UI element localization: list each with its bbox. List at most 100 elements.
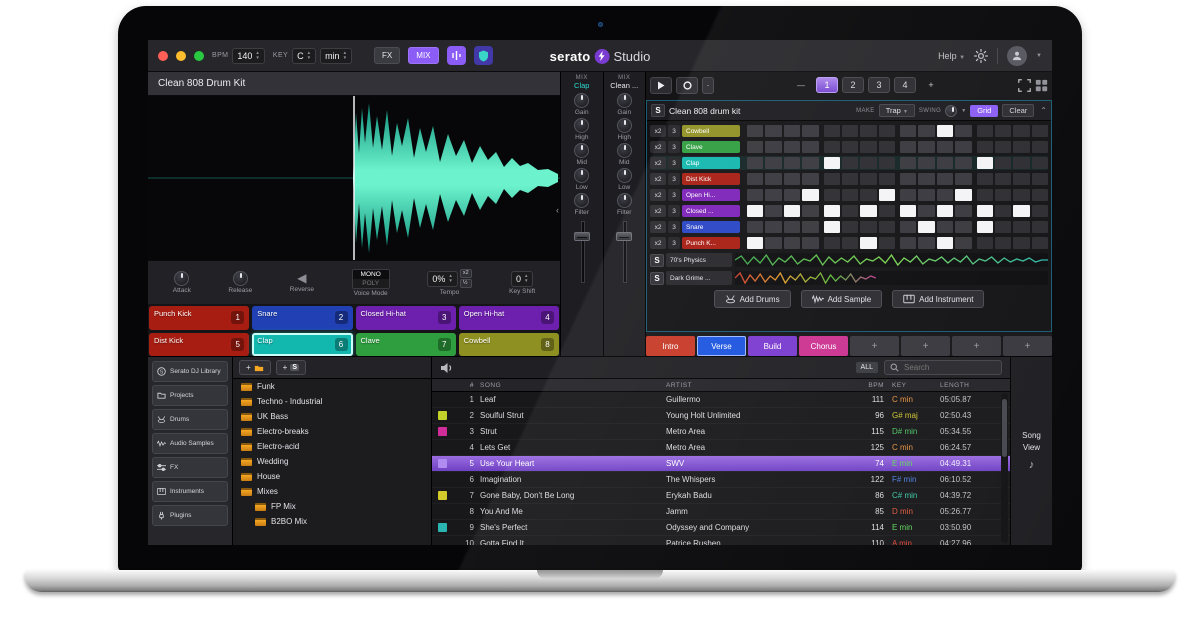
sidebar-item-projects[interactable]: Projects [152,385,228,406]
swing-knob[interactable] [945,105,957,117]
pad-punch-kick[interactable]: Punch Kick1 [149,306,249,330]
mix-button[interactable]: MIX [408,47,438,64]
step-grid[interactable] [742,157,1048,169]
add-section-button[interactable]: + [901,336,950,356]
channel-fader[interactable] [615,221,633,283]
play-button[interactable] [650,77,672,94]
row-label[interactable]: Snare [682,221,740,233]
row-label[interactable]: Closed ... [682,205,740,217]
track-row[interactable]: 1LeafGuillermo111C min05:05.87 [432,392,1010,408]
low-knob[interactable]: Low [617,168,632,191]
crate-item-mixes[interactable]: Mixes [233,484,431,499]
window-zoom-button[interactable] [194,51,204,61]
window-minimize-button[interactable] [176,51,186,61]
track-row[interactable]: 2Soulful StrutYoung Holt Unlimited96G# m… [432,408,1010,424]
crate-item-electro-acid[interactable]: Electro-acid [233,439,431,454]
pad-clave[interactable]: Clave7 [356,333,456,357]
pattern-3-button[interactable]: 3 [868,77,890,93]
clear-button[interactable]: Clear [1002,104,1034,117]
track-row-selected[interactable]: 5Use Your HeartSWV74E min04:49.31 [432,456,1010,472]
key-shift-control[interactable]: 0 ▲▼ Key Shift [509,271,535,295]
high-knob[interactable]: High [617,118,632,141]
reverse-button[interactable]: ◀Reverse [290,272,314,293]
add-sample-button[interactable]: Add Sample [801,290,883,308]
gain-knob[interactable]: Gain [617,93,632,116]
all-filter-button[interactable]: ALL [856,362,878,373]
fullscreen-icon[interactable] [1018,79,1031,92]
pattern-4-button[interactable]: 4 [894,77,916,93]
sample-waveform-display[interactable] [148,96,560,260]
track-row[interactable]: 10Gotta Find ItPatrice Rushen110A min04:… [432,536,1010,545]
section-build[interactable]: Build [748,336,797,356]
search-input[interactable] [902,362,992,373]
crate-item-funk[interactable]: Funk [233,379,431,394]
pad-open-hihat[interactable]: Open Hi-hat4 [459,306,559,330]
bpm-control[interactable]: BPM 140 ▲▼ [212,48,265,64]
repeat-chip[interactable]: x2 [650,157,666,169]
step-grid[interactable] [742,125,1048,137]
row-label[interactable]: Punch K... [682,237,740,249]
row-label[interactable]: Cowbell [682,125,740,137]
sample-library-button[interactable] [447,46,466,65]
sidebar-item-instruments[interactable]: Instruments [152,481,228,502]
gear-icon[interactable] [974,49,988,63]
crate-item-uk-bass[interactable]: UK Bass [233,409,431,424]
row-label[interactable]: Clave [682,141,740,153]
pad-closed-hihat[interactable]: Closed Hi-hat3 [356,306,456,330]
repeat-chip[interactable]: x2 [650,141,666,153]
row-label[interactable]: Dist Kick [682,173,740,185]
add-pattern-button[interactable]: + [920,77,942,93]
sidebar-item-audio-samples[interactable]: Audio Samples [152,433,228,454]
column-num[interactable]: # [454,382,480,389]
track-row[interactable]: 9She's PerfectOdyssey and Company114E mi… [432,520,1010,536]
voice-mode-control[interactable]: MONOPOLY Voice Mode [352,269,390,297]
scrollbar-thumb[interactable] [1002,399,1007,457]
track-list-scrollbar[interactable] [1001,393,1008,543]
row-label[interactable]: Clap [682,157,740,169]
search-box[interactable] [884,360,1002,375]
track-row[interactable]: 8You And MeJamm85D min05:26.77 [432,504,1010,520]
crate-item-techno-industrial[interactable]: Techno - Industrial [233,394,431,409]
column-length[interactable]: LENGTH [940,382,998,389]
step-grid[interactable] [742,173,1048,185]
section-chorus[interactable]: Chorus [799,336,848,356]
filter-knob[interactable]: Filter [574,193,589,216]
crate-item-fp-mix[interactable]: FP Mix [233,499,431,514]
column-bpm[interactable]: BPM [852,382,892,389]
row-label[interactable]: Open Hi... [682,189,740,201]
pad-cowbell[interactable]: Cowbell8 [459,333,559,357]
step-grid[interactable] [742,205,1048,217]
count-chip[interactable]: 3 [668,157,680,169]
step-grid[interactable] [742,221,1048,233]
repeat-chip[interactable]: x2 [650,125,666,137]
mono-option[interactable]: MONO [353,270,389,279]
tempo-double-button[interactable]: x2 [460,269,472,278]
audio-track-dark-grime[interactable]: S Dark Grime ... [650,270,1048,286]
pad-view-icon[interactable] [1035,79,1048,92]
column-artist[interactable]: ARTIST [666,382,852,389]
key-scale-stepper[interactable]: ▲▼ [343,51,347,60]
pad-snare[interactable]: Snare2 [252,306,352,330]
practice-mode-button[interactable] [474,46,493,65]
add-crate-button[interactable]: + [239,360,271,375]
count-chip[interactable]: 3 [668,205,680,217]
repeat-chip[interactable]: x2 [650,221,666,233]
collapse-panel-chevron[interactable]: ⌃ [1040,106,1047,115]
grid-button[interactable]: Grid [970,105,998,117]
key-control[interactable]: KEY C ▲▼ min ▲▼ [273,48,352,64]
count-chip[interactable]: 3 [668,189,680,201]
sidebar-item-plugins[interactable]: Plugins [152,505,228,526]
crate-item-b2bo-mix[interactable]: B2BO Mix [233,514,431,529]
step-grid[interactable] [742,189,1048,201]
tempo-half-button[interactable]: ½ [460,279,472,288]
repeat-chip[interactable]: x2 [650,205,666,217]
count-chip[interactable]: 3 [668,173,680,185]
add-section-button[interactable]: + [1003,336,1052,356]
step-grid[interactable] [742,237,1048,249]
crate-item-wedding[interactable]: Wedding [233,454,431,469]
count-chip[interactable]: 3 [668,141,680,153]
crate-item-electro-breaks[interactable]: Electro-breaks [233,424,431,439]
bpm-stepper-arrows[interactable]: ▲▼ [255,51,259,60]
poly-option[interactable]: POLY [353,279,389,288]
record-button[interactable] [676,77,698,94]
